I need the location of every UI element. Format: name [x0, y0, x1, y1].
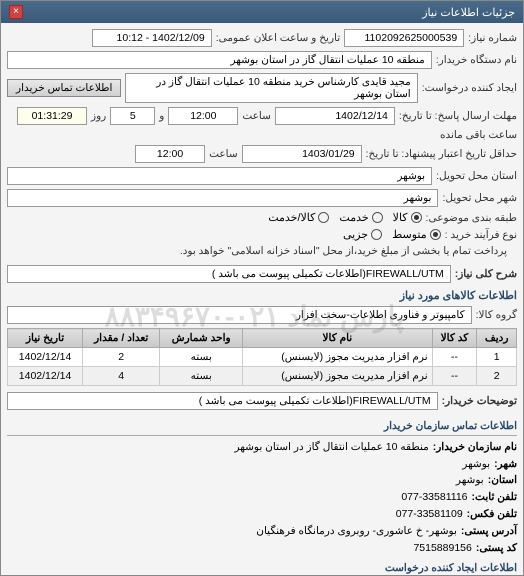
th-qty: تعداد / مقدار: [83, 329, 160, 348]
mohlat-label: مهلت ارسال پاسخ: تا تاریخ:: [399, 110, 517, 122]
titlebar: جزئیات اطلاعات نیاز ×: [1, 1, 523, 23]
content-area: شماره نیاز: 1102092625000539 تاریخ و ساع…: [1, 23, 523, 575]
tabaghe-label: طبقه بندی موضوعی:: [426, 212, 517, 224]
table-header-row: ردیف کد کالا نام کالا واحد شمارش تعداد /…: [8, 329, 517, 348]
window-title: جزئیات اطلاعات نیاز: [422, 6, 515, 19]
shomare-niaz-field: 1102092625000539: [344, 29, 464, 47]
rooz-label: روز: [91, 110, 106, 122]
th-name: نام کالا: [243, 329, 433, 348]
saat-label-2: ساعت: [209, 148, 238, 160]
table-row: 2 -- نرم افزار مدیریت مجوز (لایسنس) بسته…: [8, 367, 517, 386]
dastgah-field: منطقه 10 عملیات انتقال گاز در استان بوشه…: [7, 51, 432, 69]
etebar-tarikh-field: 1403/01/29: [242, 145, 362, 163]
tel-k: تلفن ثابت:: [472, 489, 517, 506]
ijad-konande-field: مجید قایدی کارشناس خرید منطقه 10 عملیات …: [125, 73, 417, 103]
ostan-tahvil-label: استان محل تحویل:: [436, 170, 517, 182]
addr-k: آدرس پستی:: [461, 523, 517, 540]
tarikh-elan-label: تاریخ و ساعت اعلان عمومی:: [216, 32, 340, 44]
tarikh-elan-field: 1402/12/09 - 10:12: [92, 29, 212, 47]
saat-label-1: ساعت: [242, 110, 271, 122]
radio-kala-khedmat[interactable]: [318, 212, 329, 223]
payment-note: پرداخت تمام یا بخشی از مبلغ خرید،از محل …: [180, 245, 507, 257]
cell-code: --: [432, 367, 477, 386]
tozihat-label: توضیحات خریدار:: [442, 395, 517, 407]
radio-kala-label: کالا: [393, 211, 408, 224]
sazman-k: نام سازمان خریدار:: [433, 439, 517, 456]
etebar-label: حداقل تاریخ اعتبار پیشنهاد: تا تاریخ:: [366, 148, 517, 160]
cell-radif: 2: [477, 367, 517, 386]
va-label: و: [159, 110, 164, 122]
gorooh-label: گروه کالا:: [476, 309, 517, 321]
baghi-label: ساعت باقی مانده: [440, 129, 517, 141]
fax-k: تلفن فکس:: [467, 506, 517, 523]
radio-khedmat[interactable]: [372, 212, 383, 223]
radio-kala[interactable]: [411, 212, 422, 223]
cell-code: --: [432, 348, 477, 367]
cell-qty: 4: [83, 367, 160, 386]
sharh-label: شرح کلی نیاز:: [455, 268, 517, 280]
cell-unit: بسته: [160, 348, 243, 367]
shomare-niaz-label: شماره نیاز:: [468, 32, 517, 44]
radio-jozi[interactable]: [371, 229, 382, 240]
creator-header: اطلاعات ایجاد کننده درخواست: [7, 560, 517, 575]
shahr-tahvil-field: بوشهر: [7, 189, 438, 207]
shahr-v: بوشهر: [462, 456, 490, 473]
th-unit: واحد شمارش: [160, 329, 243, 348]
items-table: ردیف کد کالا نام کالا واحد شمارش تعداد /…: [7, 328, 517, 386]
contact-header: اطلاعات تماس سازمان خریدار: [7, 418, 517, 436]
post-v: 7515889156: [413, 540, 471, 557]
cell-qty: 2: [83, 348, 160, 367]
th-date: تاریخ نیاز: [8, 329, 83, 348]
cell-name: نرم افزار مدیریت مجوز (لایسنس): [243, 367, 433, 386]
sazman-v: منطقه 10 عملیات انتقال گاز در استان بوشه…: [234, 439, 428, 456]
mohlat-tarikh-field: 1402/12/14: [275, 107, 395, 125]
contact-section: اطلاعات تماس سازمان خریدار نام سازمان خر…: [7, 418, 517, 575]
cell-name: نرم افزار مدیریت مجوز (لایسنس): [243, 348, 433, 367]
radio-motavaset[interactable]: [430, 229, 441, 240]
cell-radif: 1: [477, 348, 517, 367]
radio-motavaset-label: متوسط: [392, 228, 427, 241]
etebar-saat-field: 12:00: [135, 145, 205, 163]
ostan-k: استان:: [488, 472, 517, 489]
th-code: کد کالا: [432, 329, 477, 348]
mohlat-saat-field: 12:00: [168, 107, 238, 125]
th-radif: ردیف: [477, 329, 517, 348]
contact-info-button[interactable]: اطلاعات تماس خریدار: [7, 79, 121, 97]
ijad-konande-label: ایجاد کننده درخواست:: [422, 82, 517, 94]
kala-section-title: اطلاعات کالاهای مورد نیاز: [7, 289, 517, 302]
ostan-v: بوشهر: [456, 472, 484, 489]
cell-date: 1402/12/14: [8, 367, 83, 386]
detail-window: جزئیات اطلاعات نیاز × شماره نیاز: 110209…: [0, 0, 524, 576]
mohlat-rooz-field: 5: [110, 107, 155, 125]
ostan-tahvil-field: بوشهر: [7, 167, 432, 185]
post-k: کد پستی:: [476, 540, 517, 557]
addr-v: بوشهر- خ عاشوری- روبروی درمانگاه فرهنگیا…: [256, 523, 457, 540]
dastgah-label: نام دستگاه خریدار:: [436, 54, 517, 66]
tabaghe-radio-group: کالا خدمت کالا/خدمت: [268, 211, 421, 224]
sharh-field: FIREWALL/UTM(اطلاعات تکمیلی پیوست می باش…: [7, 265, 451, 283]
radio-kala-khedmat-label: کالا/خدمت: [268, 211, 315, 224]
cell-date: 1402/12/14: [8, 348, 83, 367]
radio-khedmat-label: خدمت: [339, 211, 368, 224]
tel-v: 077-33581116: [401, 489, 467, 506]
fax-v: 077-33581109: [396, 506, 463, 523]
gorooh-field: کامپیوتر و فناوری اطلاعات-سخت افزار: [7, 306, 472, 324]
radio-jozi-label: جزیی: [343, 228, 368, 241]
table-row: 1 -- نرم افزار مدیریت مجوز (لایسنس) بسته…: [8, 348, 517, 367]
tozihat-field: FIREWALL/UTM(اطلاعات تکمیلی پیوست می باش…: [7, 392, 438, 410]
remaining-time-field: 01:31:29: [17, 107, 87, 125]
noe-radio-group: متوسط جزیی: [343, 228, 441, 241]
shahr-k: شهر:: [494, 456, 517, 473]
close-icon[interactable]: ×: [9, 5, 23, 19]
noe-farayand-label: نوع فرآیند خرید :: [445, 229, 517, 241]
shahr-tahvil-label: شهر محل تحویل:: [442, 192, 517, 204]
cell-unit: بسته: [160, 367, 243, 386]
